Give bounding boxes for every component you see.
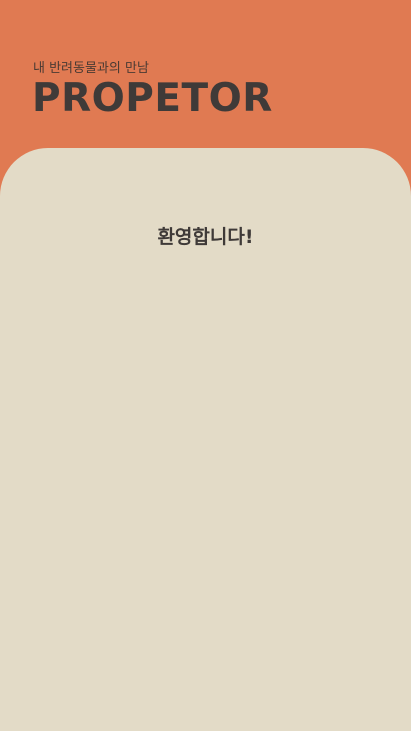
app-header: 내 반려동물과의 만남 PROPETOR [0,0,411,160]
app-logo-text: PROPETOR [32,76,273,121]
content-card: 환영합니다! [0,148,411,731]
welcome-heading: 환영합니다! [157,226,254,248]
